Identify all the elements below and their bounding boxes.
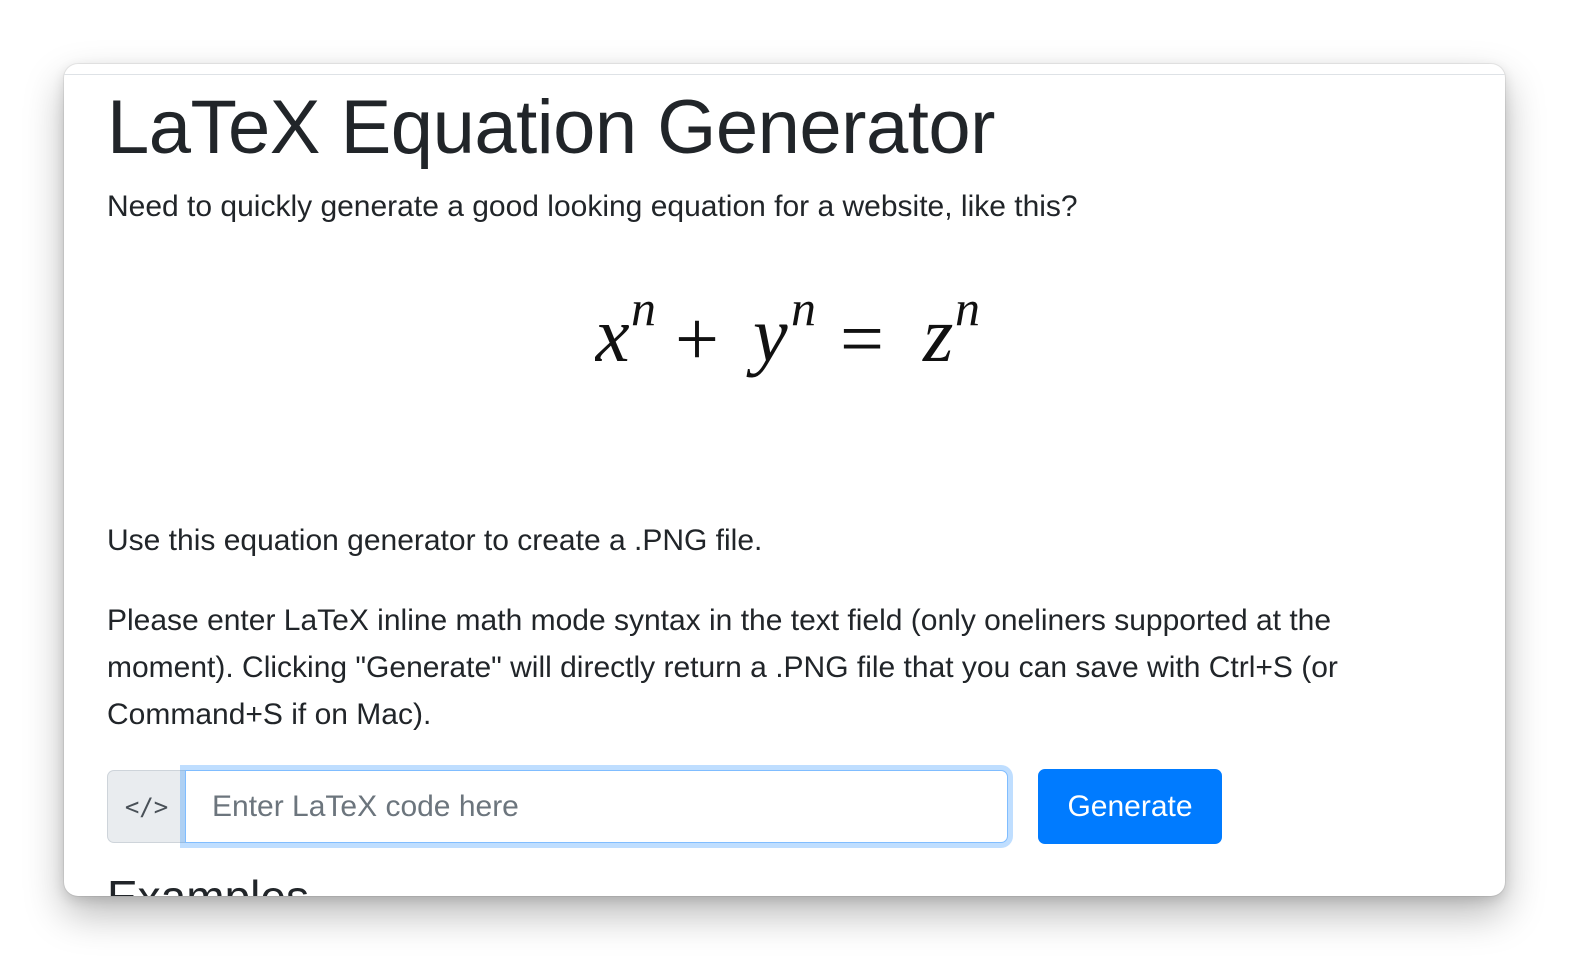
eq-n1: n (631, 289, 656, 336)
example-equation: x n + y n = z n (107, 229, 1465, 519)
eq-n3: n (955, 289, 980, 336)
eq-x: x (595, 291, 630, 378)
eq-n2: n (791, 289, 816, 336)
generate-button[interactable]: Generate (1038, 769, 1222, 844)
browser-window: LaTeX Equation Generator Need to quickly… (64, 64, 1505, 896)
eq-equals: = (840, 295, 884, 382)
code-icon: </> (107, 770, 185, 843)
eq-y: y (746, 291, 788, 378)
main-content: LaTeX Equation Generator Need to quickly… (107, 82, 1465, 896)
lead-text: Need to quickly generate a good looking … (107, 190, 1078, 224)
latex-input-wrapper (185, 770, 1008, 843)
examples-heading: Examples (107, 870, 309, 896)
eq-plus: + (675, 295, 719, 382)
latex-input[interactable] (185, 770, 1008, 843)
latex-form: </> Generate (107, 769, 1222, 844)
page-title: LaTeX Equation Generator (107, 85, 995, 170)
instructions-text: Please enter LaTeX inline math mode synt… (107, 604, 1338, 732)
top-divider (64, 74, 1505, 75)
intro-text: Use this equation generator to create a … (107, 524, 763, 558)
eq-z: z (922, 291, 953, 378)
equation-image: x n + y n = z n (595, 289, 980, 382)
